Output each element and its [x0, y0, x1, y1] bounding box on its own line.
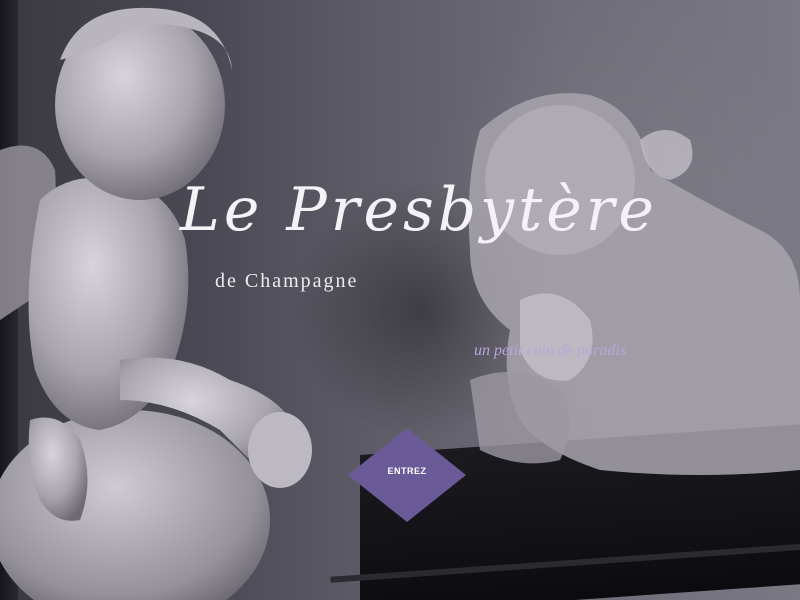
- site-subtitle: de Champagne: [215, 270, 359, 292]
- tagline: un petit coin de paradis: [474, 342, 626, 359]
- landing-page: Le Presbytère de Champagne un petit coin…: [0, 0, 800, 600]
- enter-button-label[interactable]: ENTREZ: [348, 466, 466, 476]
- enter-button[interactable]: ENTREZ: [348, 428, 466, 522]
- site-logo: Le Presbytère de Champagne: [160, 175, 660, 325]
- site-title: Le Presbytère: [180, 175, 658, 245]
